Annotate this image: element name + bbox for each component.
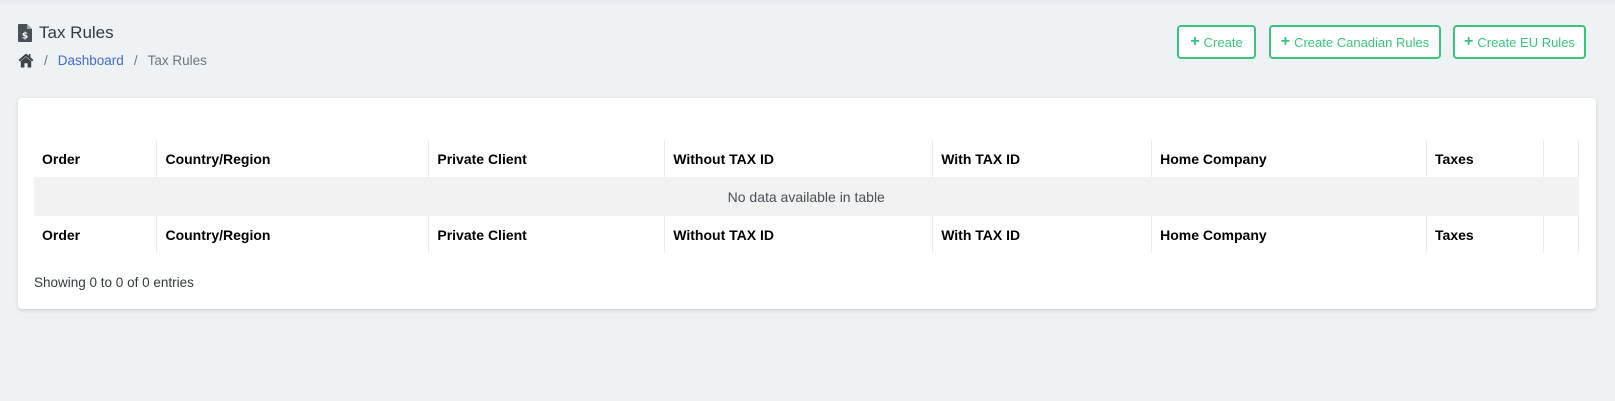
file-invoice-dollar-icon: $ xyxy=(18,24,32,42)
column-header-private-client[interactable]: Private Client xyxy=(428,140,666,177)
column-footer-taxes: Taxes xyxy=(1426,216,1544,253)
empty-table-message: No data available in table xyxy=(34,177,1579,216)
column-footer-without-tax-id: Without TAX ID xyxy=(664,216,934,253)
table-header-row: Order Country/Region Private Client With… xyxy=(34,140,1580,177)
breadcrumb: / Dashboard / Tax Rules xyxy=(18,53,207,68)
tax-rules-card: Order Country/Region Private Client With… xyxy=(18,98,1596,309)
column-footer-private-client: Private Client xyxy=(428,216,666,253)
table-footer-row: Order Country/Region Private Client With… xyxy=(34,216,1580,253)
page-title-text: Tax Rules xyxy=(39,23,114,42)
column-header-with-tax-id[interactable]: With TAX ID xyxy=(932,140,1153,177)
plus-icon: + xyxy=(1280,33,1291,50)
breadcrumb-current: Tax Rules xyxy=(147,53,207,68)
breadcrumb-separator: / xyxy=(44,53,48,68)
svg-text:$: $ xyxy=(22,32,28,42)
plus-icon: + xyxy=(1190,33,1200,50)
table-row: No data available in table xyxy=(34,177,1579,216)
create-canadian-rules-label: Create Canadian Rules xyxy=(1294,34,1430,50)
home-icon[interactable] xyxy=(18,53,34,68)
top-shadow xyxy=(0,0,1615,6)
create-button-label: Create xyxy=(1203,34,1243,50)
create-eu-rules-button[interactable]: + Create EU Rules xyxy=(1453,25,1586,59)
create-canadian-rules-button[interactable]: + Create Canadian Rules xyxy=(1269,25,1441,59)
column-footer-with-tax-id: With TAX ID xyxy=(932,216,1153,253)
create-eu-rules-label: Create EU Rules xyxy=(1477,34,1575,50)
column-footer-country-region: Country/Region xyxy=(156,216,430,253)
plus-icon: + xyxy=(1464,33,1474,50)
column-header-without-tax-id[interactable]: Without TAX ID xyxy=(664,140,934,177)
page-header: $ Tax Rules / Dashboard / Tax Rules xyxy=(18,22,207,68)
column-header-actions xyxy=(1543,140,1580,177)
column-header-home-company[interactable]: Home Company xyxy=(1151,140,1428,177)
column-header-taxes[interactable]: Taxes xyxy=(1426,140,1544,177)
column-footer-order: Order xyxy=(34,216,158,253)
table-info: Showing 0 to 0 of 0 entries xyxy=(34,275,194,290)
create-button[interactable]: + Create xyxy=(1177,25,1256,59)
breadcrumb-dashboard-link[interactable]: Dashboard xyxy=(58,53,124,68)
column-header-country-region[interactable]: Country/Region xyxy=(156,140,430,177)
column-footer-home-company: Home Company xyxy=(1151,216,1428,253)
column-header-order[interactable]: Order xyxy=(34,140,158,177)
page-title: $ Tax Rules xyxy=(18,22,114,44)
breadcrumb-separator: / xyxy=(133,53,138,68)
tax-rules-table: Order Country/Region Private Client With… xyxy=(34,140,1580,253)
column-footer-actions xyxy=(1543,216,1580,253)
